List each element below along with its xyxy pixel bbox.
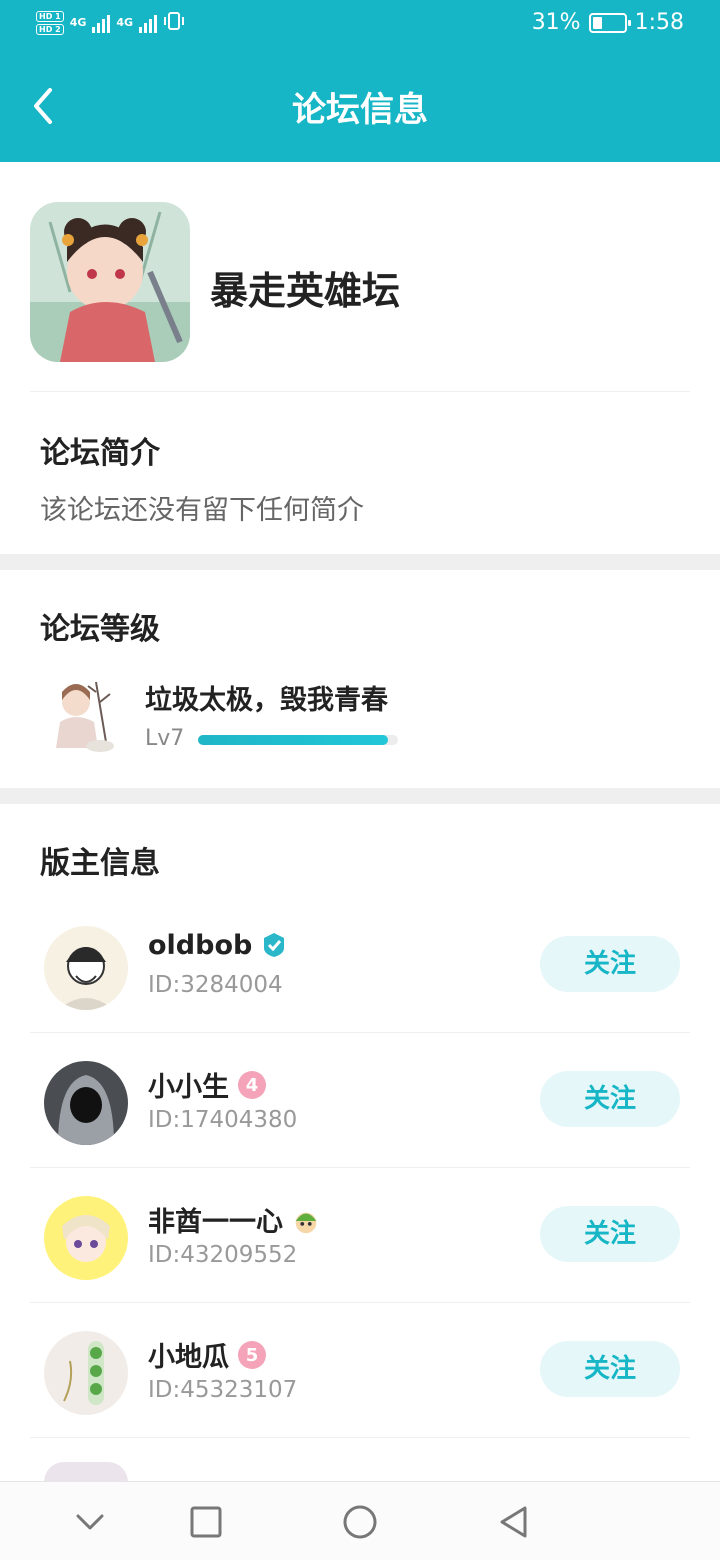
section-divider <box>0 788 720 804</box>
moderator-name: 小小生 <box>148 1072 229 1103</box>
vibrate-icon <box>163 10 185 35</box>
moderator-id: ID:3284004 <box>148 972 283 998</box>
follow-button[interactable]: 关注 <box>540 1206 680 1262</box>
forum-header: 暴走英雄坛 <box>30 202 690 392</box>
moderator-name: oldbob <box>148 930 253 961</box>
moderators-heading: 版主信息 <box>40 846 160 881</box>
moderator-name-row: 非酋一一心 <box>148 1200 321 1239</box>
hd1-badge: HD 1 <box>36 10 64 22</box>
moderator-id: ID:17404380 <box>148 1107 298 1133</box>
level-label: Lv7 <box>145 726 185 751</box>
chevron-down-icon[interactable] <box>70 1502 110 1542</box>
hd2-badge: HD 2 <box>36 23 64 35</box>
forum-avatar[interactable] <box>30 202 190 362</box>
moderator-name: 非酋一一心 <box>148 1207 283 1238</box>
network-type-2: 4G <box>116 16 134 29</box>
verified-icon <box>260 931 290 961</box>
moderator-name-row: oldbob <box>148 930 290 961</box>
square-icon[interactable] <box>186 1502 226 1542</box>
level-4-badge: 4 <box>237 1070 267 1100</box>
battery-icon <box>588 12 631 33</box>
moderator-name: 小地瓜 <box>148 1342 229 1373</box>
svg-text:5: 5 <box>246 1345 259 1366</box>
circle-icon[interactable] <box>340 1502 380 1542</box>
intro-heading: 论坛简介 <box>40 436 160 471</box>
moderator-name-row: 小小生 4 <box>148 1065 267 1104</box>
follow-button[interactable]: 关注 <box>540 936 680 992</box>
level-name: 垃圾太极，毁我青春 <box>145 685 388 716</box>
avatar <box>44 1462 128 1482</box>
signal-icon <box>92 13 111 33</box>
status-right: 31% 1:58 <box>532 10 684 35</box>
page-title: 论坛信息 <box>292 90 428 130</box>
status-left: HD 1 HD 2 4G 4G <box>36 10 185 35</box>
avatar[interactable] <box>44 1331 128 1415</box>
level-heading: 论坛等级 <box>40 612 160 647</box>
forum-name: 暴走英雄坛 <box>210 269 401 313</box>
follow-button[interactable]: 关注 <box>540 1341 680 1397</box>
level-avatar <box>40 672 126 758</box>
avatar[interactable] <box>44 926 128 1010</box>
moderator-name-row: 小地瓜 5 <box>148 1335 267 1374</box>
system-nav-bar <box>0 1481 720 1560</box>
level-progress-fill <box>198 735 388 745</box>
moderator-row[interactable]: 小地瓜 5 ID:45323107 关注 <box>30 1303 690 1438</box>
follow-button[interactable]: 关注 <box>540 1071 680 1127</box>
moderator-row[interactable]: 小小生 4 ID:17404380 关注 <box>30 1033 690 1168</box>
app-header: HD 1 HD 2 4G 4G 31% 1:58 论坛信息 <box>0 0 720 162</box>
avatar[interactable] <box>44 1061 128 1145</box>
clock: 1:58 <box>634 10 684 35</box>
intro-text: 该论坛还没有留下任何简介 <box>40 495 364 526</box>
status-bar: HD 1 HD 2 4G 4G 31% 1:58 <box>0 0 720 50</box>
moderator-id: ID:43209552 <box>148 1242 298 1268</box>
section-divider <box>0 554 720 570</box>
battery-percent: 31% <box>531 10 581 35</box>
avatar[interactable] <box>44 1196 128 1280</box>
moderator-row[interactable]: oldbob ID:3284004 关注 <box>30 898 690 1033</box>
triangle-back-icon[interactable] <box>494 1502 534 1542</box>
level-progress-bar <box>198 735 398 745</box>
network-type-1: 4G <box>69 16 87 29</box>
svg-text:4: 4 <box>246 1075 259 1096</box>
hd-indicators: HD 1 HD 2 <box>36 10 64 35</box>
moderator-id: ID:45323107 <box>148 1377 298 1403</box>
character-badge <box>291 1205 321 1235</box>
moderator-row[interactable]: 非酋一一心 ID:43209552 关注 <box>30 1168 690 1303</box>
signal-icon <box>139 13 158 33</box>
level-5-badge: 5 <box>237 1340 267 1370</box>
